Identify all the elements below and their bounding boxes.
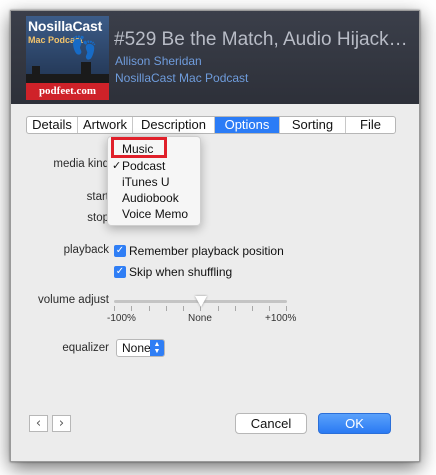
remember-playback-checkbox[interactable]: ✓ Remember playback position [114,244,284,258]
album-name: NosillaCast Mac Podcast [115,71,249,85]
equalizer-label: equalizer [62,342,109,354]
menu-item-audiobook[interactable]: Audiobook [108,190,200,206]
tab-description[interactable]: Description [133,117,215,133]
tab-file[interactable]: File [346,117,395,133]
artist-name: Allison Sheridan [115,54,202,68]
media-kind-label: media kind [53,158,109,170]
episode-title: #529 Be the Match, Audio Hijack… [114,29,408,50]
red-highlight-box [111,137,167,158]
volume-min-label: -100% [107,313,136,324]
menu-item-label: Voice Memo [122,207,189,221]
menu-item-podcast[interactable]: ✓ Podcast [108,158,200,174]
tab-bar: Details Artwork Description Options Sort… [26,116,396,134]
start-label: start [86,191,109,203]
menu-item-label: Audiobook [122,191,179,205]
skip-shuffling-checkbox[interactable]: ✓ Skip when shuffling [114,265,232,279]
get-info-window: NosillaCast Mac Podcast 👣 podfeet.com #5… [10,10,420,462]
menu-item-voice-memo[interactable]: Voice Memo [108,206,200,222]
checkbox-checked-icon: ✓ [114,266,126,278]
ok-button[interactable]: OK [318,413,391,434]
playback-label: playback [63,244,109,256]
tab-details[interactable]: Details [27,117,78,133]
artwork-url: podfeet.com [26,83,109,100]
tab-sorting[interactable]: Sorting [280,117,346,133]
volume-slider-knob[interactable] [194,296,207,307]
equalizer-value: None [122,341,151,355]
footprints-icon: 👣 [70,35,98,60]
tab-options[interactable]: Options [215,117,280,133]
info-header: NosillaCast Mac Podcast 👣 podfeet.com #5… [11,11,419,104]
volume-mid-label: None [188,313,212,324]
volume-adjust-label: volume adjust [38,294,109,306]
menu-item-itunes-u[interactable]: iTunes U [108,174,200,190]
checkbox-checked-icon: ✓ [114,245,126,257]
equalizer-select[interactable]: None ▲ ▼ [116,339,165,357]
checkmark-icon: ✓ [112,160,122,172]
screenshot-canvas: NosillaCast Mac Podcast 👣 podfeet.com #5… [0,0,436,475]
remember-playback-text: Remember playback position [129,244,284,258]
volume-max-label: +100% [265,313,297,324]
menu-item-label: iTunes U [122,175,170,189]
tab-artwork[interactable]: Artwork [78,117,133,133]
stop-label: stop [87,212,109,224]
next-item-button[interactable]: › [52,415,71,432]
album-artwork: NosillaCast Mac Podcast 👣 podfeet.com [26,16,109,100]
previous-item-button[interactable]: ‹ [29,415,48,432]
menu-item-label: Podcast [122,159,166,173]
cancel-button[interactable]: Cancel [235,413,307,434]
artwork-title: NosillaCast [28,18,103,34]
skip-shuffling-text: Skip when shuffling [129,265,233,279]
updown-chevron-icon: ▲ ▼ [150,340,164,356]
